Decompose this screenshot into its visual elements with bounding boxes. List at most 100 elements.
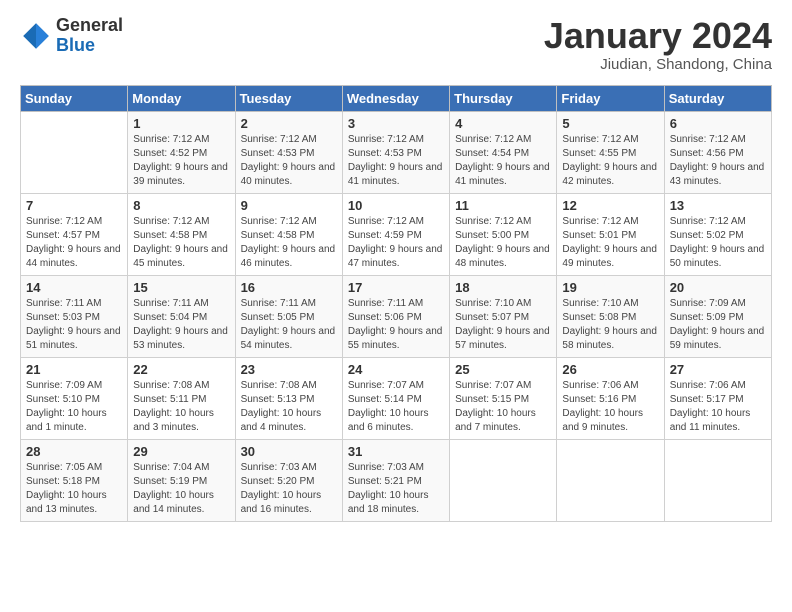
day-info: Sunrise: 7:12 AMSunset: 5:01 PMDaylight:…	[562, 215, 658, 271]
day-info: Sunrise: 7:12 AMSunset: 4:58 PMDaylight:…	[241, 215, 337, 271]
day-info: Sunrise: 7:12 AMSunset: 4:54 PMDaylight:…	[455, 133, 551, 189]
day-info: Sunrise: 7:12 AMSunset: 4:58 PMDaylight:…	[133, 215, 229, 271]
day-info: Sunrise: 7:11 AMSunset: 5:06 PMDaylight:…	[348, 297, 444, 353]
day-cell: 14 Sunrise: 7:11 AMSunset: 5:03 PMDayligh…	[21, 275, 128, 357]
day-cell: 3 Sunrise: 7:12 AMSunset: 4:53 PMDaylight…	[342, 111, 449, 193]
week-row-3: 14 Sunrise: 7:11 AMSunset: 5:03 PMDayligh…	[21, 275, 772, 357]
day-cell: 27 Sunrise: 7:06 AMSunset: 5:17 PMDayligh…	[664, 357, 771, 439]
day-cell	[21, 111, 128, 193]
day-info: Sunrise: 7:12 AMSunset: 4:55 PMDaylight:…	[562, 133, 658, 189]
day-number: 27	[670, 362, 766, 377]
week-row-5: 28 Sunrise: 7:05 AMSunset: 5:18 PMDayligh…	[21, 439, 772, 521]
day-info: Sunrise: 7:09 AMSunset: 5:10 PMDaylight:…	[26, 379, 122, 435]
day-cell: 22 Sunrise: 7:08 AMSunset: 5:11 PMDayligh…	[128, 357, 235, 439]
month-title: January 2024	[544, 16, 772, 56]
day-info: Sunrise: 7:03 AMSunset: 5:21 PMDaylight:…	[348, 461, 444, 517]
day-info: Sunrise: 7:12 AMSunset: 5:00 PMDaylight:…	[455, 215, 551, 271]
day-cell: 2 Sunrise: 7:12 AMSunset: 4:53 PMDaylight…	[235, 111, 342, 193]
day-number: 8	[133, 198, 229, 213]
weekday-header-monday: Monday	[128, 85, 235, 111]
day-cell: 12Sunrise: 7:12 AMSunset: 5:01 PMDayligh…	[557, 193, 664, 275]
week-row-2: 7Sunrise: 7:12 AMSunset: 4:57 PMDaylight…	[21, 193, 772, 275]
location: Jiudian, Shandong, China	[544, 56, 772, 73]
weekday-header-wednesday: Wednesday	[342, 85, 449, 111]
day-info: Sunrise: 7:12 AMSunset: 4:57 PMDaylight:…	[26, 215, 122, 271]
day-number: 18	[455, 280, 551, 295]
day-cell: 20Sunrise: 7:09 AMSunset: 5:09 PMDayligh…	[664, 275, 771, 357]
weekday-header-tuesday: Tuesday	[235, 85, 342, 111]
day-cell	[557, 439, 664, 521]
day-info: Sunrise: 7:05 AMSunset: 5:18 PMDaylight:…	[26, 461, 122, 517]
day-info: Sunrise: 7:12 AMSunset: 4:56 PMDaylight:…	[670, 133, 766, 189]
day-cell: 28 Sunrise: 7:05 AMSunset: 5:18 PMDayligh…	[21, 439, 128, 521]
day-info: Sunrise: 7:07 AMSunset: 5:15 PMDaylight:…	[455, 379, 551, 435]
day-number: 10	[348, 198, 444, 213]
weekday-header-sunday: Sunday	[21, 85, 128, 111]
day-info: Sunrise: 7:12 AMSunset: 4:53 PMDaylight:…	[241, 133, 337, 189]
day-info: Sunrise: 7:06 AMSunset: 5:16 PMDaylight:…	[562, 379, 658, 435]
day-number: 11	[455, 198, 551, 213]
day-number: 25	[455, 362, 551, 377]
day-cell: 21 Sunrise: 7:09 AMSunset: 5:10 PMDayligh…	[21, 357, 128, 439]
day-number: 5	[562, 116, 658, 131]
day-info: Sunrise: 7:11 AMSunset: 5:03 PMDaylight:…	[26, 297, 122, 353]
day-cell: 15 Sunrise: 7:11 AMSunset: 5:04 PMDayligh…	[128, 275, 235, 357]
day-info: Sunrise: 7:09 AMSunset: 5:09 PMDaylight:…	[670, 297, 766, 353]
calendar-table: SundayMondayTuesdayWednesdayThursdayFrid…	[20, 85, 772, 522]
day-cell: 18 Sunrise: 7:10 AMSunset: 5:07 PMDayligh…	[450, 275, 557, 357]
day-number: 22	[133, 362, 229, 377]
day-number: 2	[241, 116, 337, 131]
day-cell: 9 Sunrise: 7:12 AMSunset: 4:58 PMDaylight…	[235, 193, 342, 275]
day-number: 19	[562, 280, 658, 295]
day-number: 31	[348, 444, 444, 459]
day-info: Sunrise: 7:07 AMSunset: 5:14 PMDaylight:…	[348, 379, 444, 435]
title-block: January 2024 Jiudian, Shandong, China	[544, 16, 772, 73]
day-cell: 25 Sunrise: 7:07 AMSunset: 5:15 PMDayligh…	[450, 357, 557, 439]
day-number: 9	[241, 198, 337, 213]
day-number: 4	[455, 116, 551, 131]
day-info: Sunrise: 7:10 AMSunset: 5:07 PMDaylight:…	[455, 297, 551, 353]
weekday-header-row: SundayMondayTuesdayWednesdayThursdayFrid…	[21, 85, 772, 111]
day-info: Sunrise: 7:10 AMSunset: 5:08 PMDaylight:…	[562, 297, 658, 353]
day-number: 23	[241, 362, 337, 377]
calendar-header: SundayMondayTuesdayWednesdayThursdayFrid…	[21, 85, 772, 111]
day-number: 6	[670, 116, 766, 131]
day-number: 26	[562, 362, 658, 377]
day-cell: 19 Sunrise: 7:10 AMSunset: 5:08 PMDayligh…	[557, 275, 664, 357]
day-number: 21	[26, 362, 122, 377]
day-cell: 31 Sunrise: 7:03 AMSunset: 5:21 PMDayligh…	[342, 439, 449, 521]
day-info: Sunrise: 7:12 AMSunset: 4:59 PMDaylight:…	[348, 215, 444, 271]
day-cell: 8 Sunrise: 7:12 AMSunset: 4:58 PMDaylight…	[128, 193, 235, 275]
day-cell: 10 Sunrise: 7:12 AMSunset: 4:59 PMDayligh…	[342, 193, 449, 275]
day-info: Sunrise: 7:06 AMSunset: 5:17 PMDaylight:…	[670, 379, 766, 435]
day-info: Sunrise: 7:11 AMSunset: 5:04 PMDaylight:…	[133, 297, 229, 353]
day-cell: 4 Sunrise: 7:12 AMSunset: 4:54 PMDaylight…	[450, 111, 557, 193]
day-number: 15	[133, 280, 229, 295]
day-cell: 30Sunrise: 7:03 AMSunset: 5:20 PMDayligh…	[235, 439, 342, 521]
day-info: Sunrise: 7:04 AMSunset: 5:19 PMDaylight:…	[133, 461, 229, 517]
day-cell: 11 Sunrise: 7:12 AMSunset: 5:00 PMDayligh…	[450, 193, 557, 275]
day-number: 3	[348, 116, 444, 131]
day-info: Sunrise: 7:12 AMSunset: 4:52 PMDaylight:…	[133, 133, 229, 189]
day-info: Sunrise: 7:03 AMSunset: 5:20 PMDaylight:…	[241, 461, 337, 517]
day-number: 24	[348, 362, 444, 377]
day-info: Sunrise: 7:08 AMSunset: 5:11 PMDaylight:…	[133, 379, 229, 435]
day-cell: 24 Sunrise: 7:07 AMSunset: 5:14 PMDayligh…	[342, 357, 449, 439]
day-cell: 6 Sunrise: 7:12 AMSunset: 4:56 PMDaylight…	[664, 111, 771, 193]
day-cell: 13Sunrise: 7:12 AMSunset: 5:02 PMDayligh…	[664, 193, 771, 275]
day-number: 14	[26, 280, 122, 295]
weekday-header-friday: Friday	[557, 85, 664, 111]
day-cell: 7Sunrise: 7:12 AMSunset: 4:57 PMDaylight…	[21, 193, 128, 275]
day-cell	[450, 439, 557, 521]
day-info: Sunrise: 7:12 AMSunset: 4:53 PMDaylight:…	[348, 133, 444, 189]
day-number: 29	[133, 444, 229, 459]
day-number: 28	[26, 444, 122, 459]
logo: General Blue	[20, 16, 123, 56]
page-header: General Blue January 2024 Jiudian, Shand…	[20, 16, 772, 73]
day-number: 16	[241, 280, 337, 295]
day-number: 13	[670, 198, 766, 213]
day-cell: 16 Sunrise: 7:11 AMSunset: 5:05 PMDayligh…	[235, 275, 342, 357]
day-cell: 17 Sunrise: 7:11 AMSunset: 5:06 PMDayligh…	[342, 275, 449, 357]
day-number: 17	[348, 280, 444, 295]
day-info: Sunrise: 7:11 AMSunset: 5:05 PMDaylight:…	[241, 297, 337, 353]
